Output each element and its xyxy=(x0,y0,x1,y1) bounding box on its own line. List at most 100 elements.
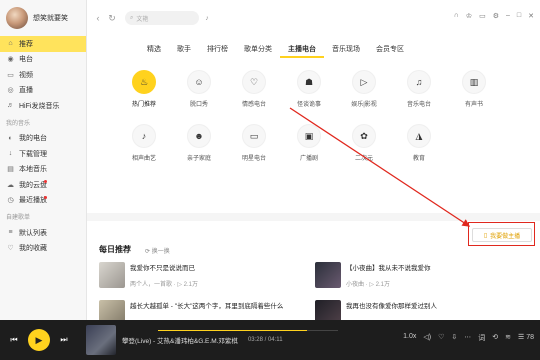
category-item[interactable]: ▥ 有声书 xyxy=(447,70,501,108)
next-icon[interactable]: ⏭ xyxy=(56,335,72,345)
top-bar: ‹ ↻ ⌕ 文艳 ♪ ∩ ♔ ▭ ⚙ – □ ✕ xyxy=(87,0,540,36)
category-item[interactable]: ▭ 明星电台 xyxy=(227,124,281,162)
rec-thumb xyxy=(315,300,341,320)
sidebar-item[interactable]: ◷ 最近播放 xyxy=(0,193,86,209)
rec-plays: 2.1万 xyxy=(375,282,390,288)
now-playing-title[interactable]: 攀登(Live) - 艾热&潘玮柏&G.E.M.邓紫棋 xyxy=(122,335,238,345)
broadcast-icon: ▣ xyxy=(297,124,321,148)
sidebar: 想笑就要笑 ⌂ 推荐 ◉ 电台 ▭ 视频 ◎ 直播 ♬ HiFi发烧音乐 我的音乐 ◐ 我的电台 ↓ 下… xyxy=(0,0,87,320)
sidebar-item[interactable]: ♬ HiFi发烧音乐 xyxy=(0,98,86,114)
download-icon[interactable]: ⇩ xyxy=(451,333,457,343)
message-icon[interactable]: ▭ xyxy=(479,12,486,20)
tab[interactable]: 主播电台 xyxy=(280,44,324,58)
category-item[interactable]: ▣ 广播剧 xyxy=(282,124,336,162)
category-item[interactable]: ☻ 亲子家庭 xyxy=(172,124,226,162)
rec-author: 两个人，一首歌 xyxy=(130,282,173,288)
playback-time: 03:28 / 04:11 xyxy=(247,337,283,343)
refresh-button[interactable]: ⟳ 换一换 xyxy=(145,246,170,255)
sidebar-item[interactable]: ◉ 电台 xyxy=(0,52,86,68)
volume-icon[interactable]: ◁) xyxy=(423,333,431,343)
playlist-icon[interactable]: ☰ 78 xyxy=(518,333,534,343)
sidebar-item[interactable]: ☁ 我的云盘 xyxy=(0,177,86,193)
category-label: 脱口秀 xyxy=(189,102,208,108)
tab[interactable]: 会员专区 xyxy=(368,44,412,58)
sidebar-item[interactable]: ▤ 本地音乐 xyxy=(0,162,86,178)
avatar[interactable] xyxy=(6,7,28,29)
category-item[interactable]: ♨ 热门推荐 xyxy=(117,70,171,108)
close-icon[interactable]: ✕ xyxy=(528,12,534,20)
search-input[interactable]: ⌕ 文艳 xyxy=(125,11,199,25)
like-icon[interactable]: ♡ xyxy=(438,333,444,343)
hot-icon: ♨ xyxy=(132,70,156,94)
quality-icon[interactable]: ≋ xyxy=(505,333,511,343)
player-controls-right: 1.0x ◁) ♡ ⇩ ⋯ 词 ⟲ ≋ ☰ 78 xyxy=(403,333,534,343)
rec-thumb xyxy=(315,262,341,288)
lyrics-icon[interactable]: 词 xyxy=(478,333,485,343)
tab[interactable]: 排行榜 xyxy=(199,44,236,58)
tab[interactable]: 精选 xyxy=(139,44,169,58)
category-label: 广播剧 xyxy=(299,156,318,162)
prev-icon[interactable]: ⏮ xyxy=(6,335,22,345)
category-label: 热门推荐 xyxy=(131,102,156,108)
settings-icon[interactable]: ⚙ xyxy=(493,12,499,20)
rec-sub: 小夜曲 · ▷ 2.1万 xyxy=(346,282,390,288)
sidebar-item-label: 推荐 xyxy=(19,40,33,48)
category-item[interactable]: ☗ 怪谈诡事 xyxy=(282,70,336,108)
heart-icon: ♡ xyxy=(7,245,14,253)
sidebar-item[interactable]: ▭ 视频 xyxy=(0,67,86,83)
maximize-icon[interactable]: □ xyxy=(517,12,521,20)
profile-name[interactable]: 想笑就要笑 xyxy=(33,13,68,23)
more-icon[interactable]: ⋯ xyxy=(464,333,471,343)
category-item[interactable]: ☺ 脱口秀 xyxy=(172,70,226,108)
refresh-icon[interactable]: ↻ xyxy=(105,13,119,24)
sidebar-item[interactable]: ⌂ 推荐 xyxy=(0,36,86,52)
current-time: 03:28 xyxy=(247,337,263,343)
skin-icon[interactable]: ♔ xyxy=(466,12,472,20)
category-item[interactable]: ◮ 教育 xyxy=(392,124,446,162)
tab[interactable]: 音乐现场 xyxy=(324,44,368,58)
rec-item-3[interactable]: 越长大越孤单 - "长大"这两个字，耳里到底隔着些什么 xyxy=(99,300,283,320)
section-divider xyxy=(87,213,540,221)
tab[interactable]: 歌手 xyxy=(169,44,199,58)
music-note-icon: ♫ xyxy=(407,70,431,94)
category-item[interactable]: ♪ 相声曲艺 xyxy=(117,124,171,162)
category-item[interactable]: ♡ 情感电台 xyxy=(227,70,281,108)
rec-item-1[interactable]: 我爱你不只是说说而已 两个人，一首歌 · ▷ 2.1万 xyxy=(99,262,198,288)
minimize-icon[interactable]: – xyxy=(506,12,510,20)
recent-icon: ◷ xyxy=(7,197,14,205)
speed-control[interactable]: 1.0x xyxy=(403,333,416,343)
play-button[interactable]: ▶ xyxy=(28,329,50,351)
sidebar-item[interactable]: ◎ 直播 xyxy=(0,83,86,99)
category-item[interactable]: ▷ 娱乐|影视 xyxy=(337,70,391,108)
video-icon: ▭ xyxy=(7,71,14,79)
rec-thumb xyxy=(99,262,125,288)
headphone-icon[interactable]: ∩ xyxy=(454,12,459,20)
sidebar-item[interactable]: ◐ 我的电台 xyxy=(0,131,86,147)
album-cover[interactable] xyxy=(86,325,116,355)
emotion-icon: ♡ xyxy=(242,70,266,94)
category-item[interactable]: ♫ 音乐电台 xyxy=(392,70,446,108)
total-time: 04:11 xyxy=(267,337,283,343)
rec-item-4[interactable]: 我再也没有像爱你那样爱过别人 xyxy=(315,300,437,320)
playlist-section: 自建歌单 xyxy=(6,215,31,221)
rec-title: 【小夜曲】我从未不说我爱你 xyxy=(346,265,431,272)
sidebar-item[interactable]: ♡ 我的收藏 xyxy=(0,241,86,257)
category-label: 有声书 xyxy=(464,102,483,108)
film-icon: ▷ xyxy=(352,70,376,94)
back-icon[interactable]: ‹ xyxy=(91,13,105,23)
category-item[interactable]: ✿ 二次元 xyxy=(337,124,391,162)
profile[interactable]: 想笑就要笑 xyxy=(0,0,86,36)
education-icon: ◮ xyxy=(407,124,431,148)
category-label: 亲子家庭 xyxy=(186,156,211,162)
progress-fill xyxy=(158,330,308,331)
loop-icon[interactable]: ⟲ xyxy=(492,333,498,343)
rec-plays: 2.1万 xyxy=(183,282,198,288)
rec-item-2[interactable]: 【小夜曲】我从未不说我爱你 小夜曲 · ▷ 2.1万 xyxy=(315,262,431,288)
sidebar-item[interactable]: ≡ 默认列表 xyxy=(0,225,86,241)
sidebar-item-label: 直播 xyxy=(19,87,33,95)
radio-icon: ◉ xyxy=(7,56,14,64)
sidebar-item[interactable]: ↓ 下载管理 xyxy=(0,146,86,162)
mic-icon[interactable]: ♪ xyxy=(201,15,213,22)
tab[interactable]: 歌单分类 xyxy=(236,44,280,58)
progress-bar[interactable] xyxy=(158,330,338,331)
